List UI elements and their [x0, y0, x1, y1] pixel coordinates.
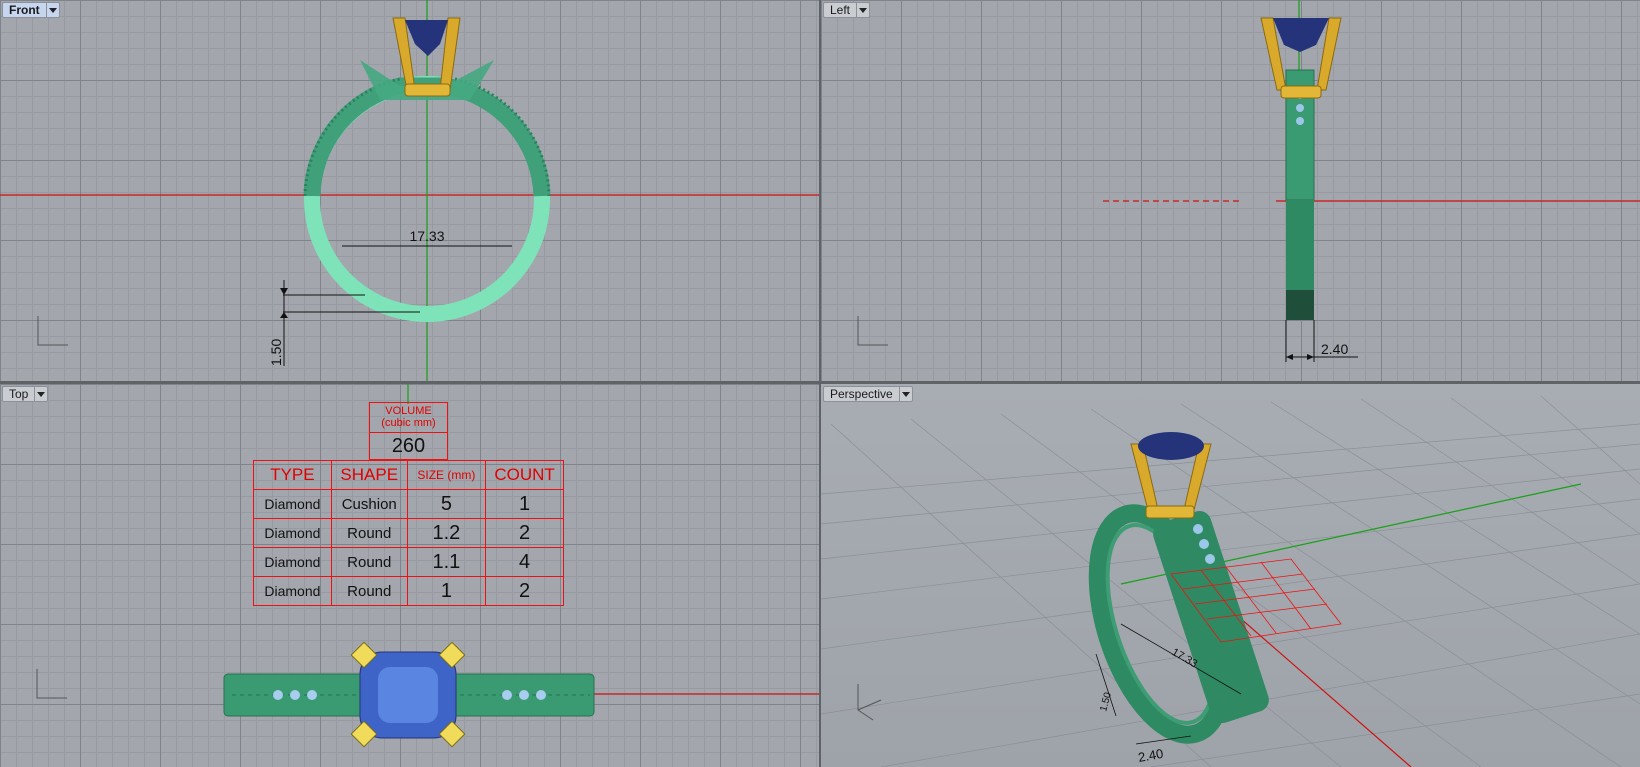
cell-count: 4: [485, 547, 564, 577]
cell-shape: Round: [330, 547, 408, 577]
cplane-indicator: [36, 669, 67, 699]
viewport-tab-left[interactable]: Left: [823, 2, 871, 18]
header-count: COUNT: [485, 460, 564, 490]
persp-thickness-label: 1.50: [1098, 691, 1114, 713]
perspective-viewport[interactable]: 17.33 1.50 2.40 Perspective: [821, 384, 1640, 767]
viewport-title: Left: [830, 3, 851, 17]
cell-size: 5: [406, 489, 487, 519]
table-row: Diamond Round 1.2 2: [253, 518, 564, 548]
chevron-down-icon[interactable]: [34, 387, 47, 401]
cplane-indicator: [857, 316, 888, 346]
left-viewport[interactable]: 2.40 Left: [821, 0, 1640, 381]
ring-top-view: [223, 641, 595, 748]
viewport-tab-top[interactable]: Top: [2, 386, 49, 402]
viewport-title: Perspective: [830, 387, 893, 401]
cell-shape: Cushion: [330, 489, 408, 519]
volume-label: VOLUME: [385, 405, 432, 417]
table-row: Diamond Round 1.1 4: [253, 547, 564, 577]
cell-shape: Round: [330, 576, 408, 606]
header-type: TYPE: [253, 460, 332, 490]
chevron-down-icon[interactable]: [45, 3, 59, 17]
cell-type: Diamond: [253, 518, 332, 548]
perspective-scene: 17.33 1.50 2.40: [821, 395, 1640, 767]
inner-diameter-label: 17.33: [409, 228, 444, 244]
cell-size: 1.1: [406, 547, 487, 577]
top-viewport[interactable]: VOLUME (cubic mm) 260 TYPE SHAPE SIZE (m…: [0, 384, 819, 767]
header-shape: SHAPE: [330, 460, 408, 490]
cell-shape: Round: [330, 518, 408, 548]
volume-label-block: VOLUME (cubic mm): [370, 403, 447, 433]
viewport-tab-front[interactable]: Front: [2, 2, 60, 18]
viewport-title: Top: [9, 387, 29, 401]
band-thickness-label: 1.50: [268, 339, 284, 366]
cell-size: 1.2: [406, 518, 487, 548]
viewport-tab-perspective[interactable]: Perspective: [823, 386, 913, 402]
cplane-indicator: [37, 316, 68, 346]
table-header-row: TYPE SHAPE SIZE (mm) COUNT: [253, 460, 564, 490]
volume-unit: (cubic mm): [381, 417, 436, 429]
cell-count: 2: [485, 518, 564, 548]
left-scene: 2.40: [857, 0, 1640, 362]
cell-type: Diamond: [253, 576, 332, 606]
front-scene: 17.33 1.50: [0, 0, 819, 381]
chevron-down-icon[interactable]: [856, 3, 869, 17]
front-viewport[interactable]: 17.33 1.50 Front: [0, 0, 819, 381]
cell-count: 2: [485, 576, 564, 606]
cplane-indicator: [857, 684, 882, 721]
band-width-label: 2.40: [1321, 341, 1348, 357]
cell-type: Diamond: [253, 547, 332, 577]
stone-table: TYPE SHAPE SIZE (mm) COUNT Diamond Cushi…: [253, 460, 564, 606]
cell-count: 1: [485, 489, 564, 519]
chevron-down-icon[interactable]: [898, 387, 912, 401]
header-size: SIZE (mm): [406, 460, 487, 490]
viewport-title: Front: [9, 3, 40, 17]
cell-size: 1: [406, 576, 487, 606]
volume-value: 260: [391, 435, 426, 457]
table-row: Diamond Round 1 2: [253, 576, 564, 606]
ring-side-profile: [1260, 17, 1342, 320]
cell-type: Diamond: [253, 489, 332, 519]
volume-box: VOLUME (cubic mm) 260: [369, 402, 448, 460]
table-row: Diamond Cushion 5 1: [253, 489, 564, 519]
persp-width-label: 2.40: [1137, 746, 1165, 765]
